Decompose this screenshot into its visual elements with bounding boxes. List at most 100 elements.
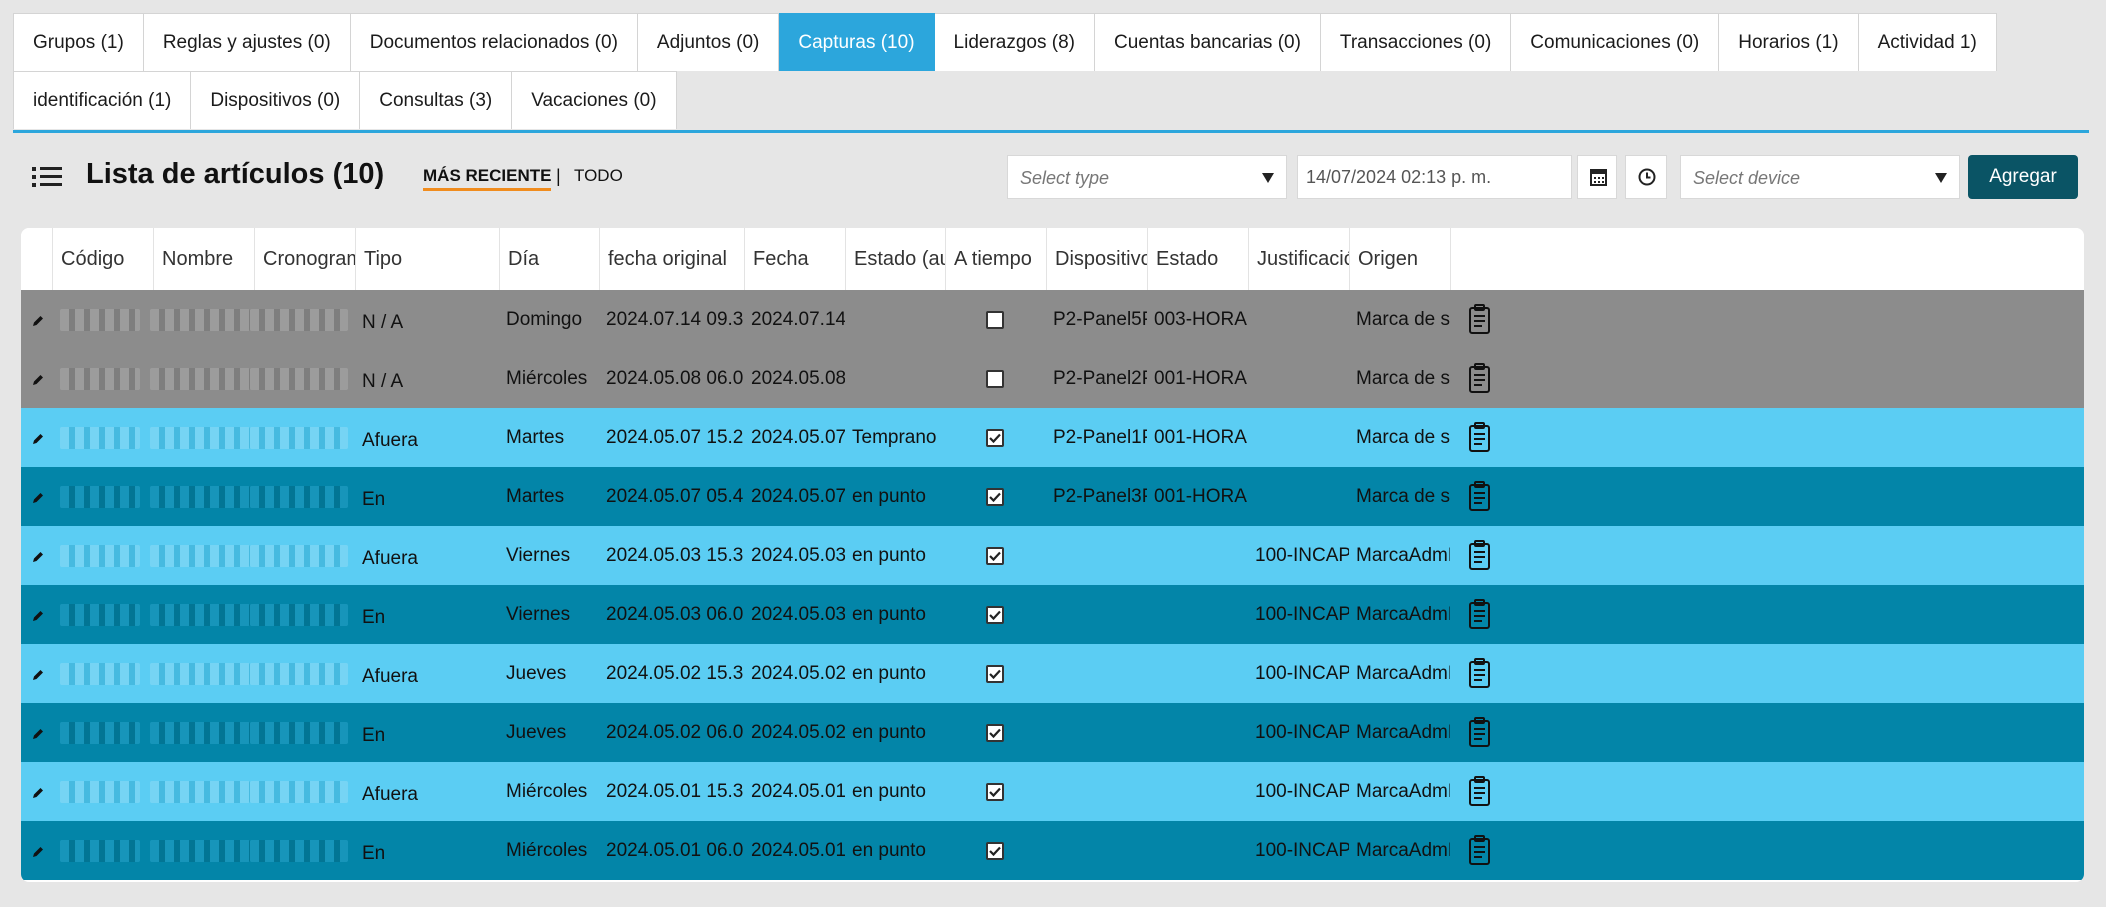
clipboard-icon[interactable] (1467, 480, 1493, 512)
cell-estado (1154, 644, 1248, 703)
clock-icon (1638, 168, 1656, 186)
a-tiempo-checkbox[interactable] (986, 724, 1004, 742)
cell-fecha: 2024.05.03 15.3 (751, 544, 845, 566)
tab-documentos-relacionados-0[interactable]: Documentos relacionados (0) (350, 13, 638, 71)
a-tiempo-checkbox[interactable] (986, 606, 1004, 624)
pencil-icon[interactable] (31, 373, 45, 387)
cell-fecha-original: 2024.05.07 05.48.28 (606, 485, 744, 507)
pencil-icon[interactable] (31, 491, 45, 505)
cell-tipo: Afuera (362, 665, 418, 687)
a-tiempo-checkbox[interactable] (986, 311, 1004, 329)
captures-table: CódigoNombreCronogramaTipoDíafecha origi… (21, 228, 2084, 882)
column-header-nombre[interactable]: Nombre (153, 228, 254, 290)
tab-reglas-y-ajustes-0[interactable]: Reglas y ajustes (0) (143, 13, 351, 71)
cell-origen: MarcaAdmPági (1356, 780, 1450, 802)
table-row[interactable]: N / A Miércoles 2024.05.08 06.05.12 2024.05… (21, 349, 2084, 408)
table-row[interactable]: Afuera Jueves 2024.05.02 15.36.59 2024.05.0… (21, 644, 2084, 703)
pencil-icon[interactable] (31, 727, 45, 741)
cell-fecha-original: 2024.05.03 06.00.00 (606, 603, 744, 625)
pencil-icon[interactable] (31, 786, 45, 800)
column-header-fecha-original[interactable]: fecha original (599, 228, 744, 290)
pencil-icon[interactable] (31, 668, 45, 682)
cell-fecha: 2024.05.08 06.0 (751, 367, 845, 389)
clipboard-icon[interactable] (1467, 598, 1493, 630)
table-row[interactable]: En Jueves 2024.05.02 06.00.00 2024.05.02 06… (21, 703, 2084, 762)
column-header-fecha[interactable]: Fecha (744, 228, 845, 290)
cell-tipo: N / A (362, 311, 404, 333)
tab-comunicaciones-0[interactable]: Comunicaciones (0) (1511, 13, 1720, 71)
a-tiempo-checkbox[interactable] (986, 783, 1004, 801)
table-row[interactable]: En Miércoles 2024.05.01 06.00.00 2024.05.01… (21, 821, 2084, 880)
column-header-justificacion[interactable]: Justificación (1248, 228, 1349, 290)
table-row[interactable]: N / A Domingo 2024.07.14 09.31.02 2024.07.1… (21, 290, 2084, 349)
tab-consultas-3[interactable]: Consultas (3) (360, 71, 513, 129)
column-header-estado-autom[interactable]: Estado (autom (845, 228, 945, 290)
list-icon (32, 165, 62, 189)
checkmark-icon (989, 433, 1001, 444)
device-select[interactable]: Select device (1680, 155, 1960, 199)
a-tiempo-checkbox[interactable] (986, 665, 1004, 683)
pencil-icon[interactable] (31, 432, 45, 446)
cell-justificacion (1255, 290, 1349, 349)
table-row[interactable]: En Viernes 2024.05.03 06.00.00 2024.05.03 0… (21, 585, 2084, 644)
clipboard-icon[interactable] (1467, 421, 1493, 453)
date-time-input[interactable] (1297, 155, 1572, 199)
codigo-redacted (60, 781, 140, 803)
a-tiempo-checkbox[interactable] (986, 429, 1004, 447)
clipboard-icon[interactable] (1467, 775, 1493, 807)
codigo-redacted (60, 840, 140, 862)
type-select[interactable]: Select type (1007, 155, 1287, 199)
add-button[interactable]: Agregar (1968, 155, 2078, 199)
table-row[interactable]: En Martes 2024.05.07 05.48.28 2024.05.07 06… (21, 467, 2084, 526)
tab-capturas-10[interactable]: Capturas (10) (779, 13, 935, 71)
cell-estado-automatico: en punto (852, 544, 926, 566)
cell-estado-automatico: en punto (852, 721, 926, 743)
table-row[interactable]: Afuera Miércoles 2024.05.01 15.36.59 2024.0… (21, 762, 2084, 821)
tab-adjuntos-0[interactable]: Adjuntos (0) (637, 13, 780, 71)
clipboard-icon[interactable] (1467, 716, 1493, 748)
a-tiempo-checkbox[interactable] (986, 547, 1004, 565)
clipboard-icon[interactable] (1467, 362, 1493, 394)
pencil-icon[interactable] (31, 314, 45, 328)
clipboard-icon[interactable] (1467, 657, 1493, 689)
tab-cuentas-bancarias-0[interactable]: Cuentas bancarias (0) (1094, 13, 1321, 71)
pencil-icon[interactable] (31, 550, 45, 564)
filter-recent-link[interactable]: MÁS RECIENTE (423, 166, 552, 191)
a-tiempo-checkbox[interactable] (986, 842, 1004, 860)
tab-horarios-1[interactable]: Horarios (1) (1719, 13, 1859, 71)
calendar-button[interactable] (1577, 155, 1617, 199)
cell-fecha-original: 2024.05.01 06.00.00 (606, 839, 744, 861)
clipboard-icon[interactable] (1467, 834, 1493, 866)
column-header-a-tiempo[interactable]: A tiempo (945, 228, 1046, 290)
checkmark-icon (989, 610, 1001, 621)
column-header-codigo[interactable]: Código (52, 228, 153, 290)
tab-vacaciones-0[interactable]: Vacaciones (0) (512, 71, 677, 129)
tab-liderazgos-8[interactable]: Liderazgos (8) (934, 13, 1095, 71)
column-header-estado[interactable]: Estado (1147, 228, 1248, 290)
filter-all-link[interactable]: TODO (574, 166, 623, 186)
tab-identificacion-1[interactable]: identificación (1) (13, 71, 192, 129)
pencil-icon[interactable] (31, 845, 45, 859)
tab-transacciones-0[interactable]: Transacciones (0) (1320, 13, 1512, 71)
cell-fecha-original: 2024.05.07 15.27.27 (606, 426, 744, 448)
cell-dia: Martes (506, 426, 565, 448)
a-tiempo-checkbox[interactable] (986, 488, 1004, 506)
a-tiempo-checkbox[interactable] (986, 370, 1004, 388)
clipboard-icon[interactable] (1467, 303, 1493, 335)
column-header-dispositivo[interactable]: Dispositivo (1046, 228, 1147, 290)
cell-estado: 001-HORA DIU (1154, 485, 1248, 507)
table-row[interactable]: Afuera Viernes 2024.05.03 15.36.59 2024.05.… (21, 526, 2084, 585)
cell-origen: MarcaAdmPági (1356, 662, 1450, 684)
column-header-tipo[interactable]: Tipo (355, 228, 499, 290)
tab-actividad-1[interactable]: Actividad 1) (1858, 13, 1997, 71)
pencil-icon[interactable] (31, 609, 45, 623)
column-header-origen[interactable]: Origen (1349, 228, 1450, 290)
column-header-dia[interactable]: Día (499, 228, 599, 290)
clock-button[interactable] (1625, 155, 1667, 199)
tab-grupos-1[interactable]: Grupos (1) (13, 13, 144, 71)
column-header-cronograma[interactable]: Cronograma (254, 228, 355, 290)
tab-dispositivos-0[interactable]: Dispositivos (0) (191, 71, 361, 129)
cell-estado: 003-HORA DO (1154, 308, 1248, 330)
table-row[interactable]: Afuera Martes 2024.05.07 15.27.27 2024.05.0… (21, 408, 2084, 467)
clipboard-icon[interactable] (1467, 539, 1493, 571)
